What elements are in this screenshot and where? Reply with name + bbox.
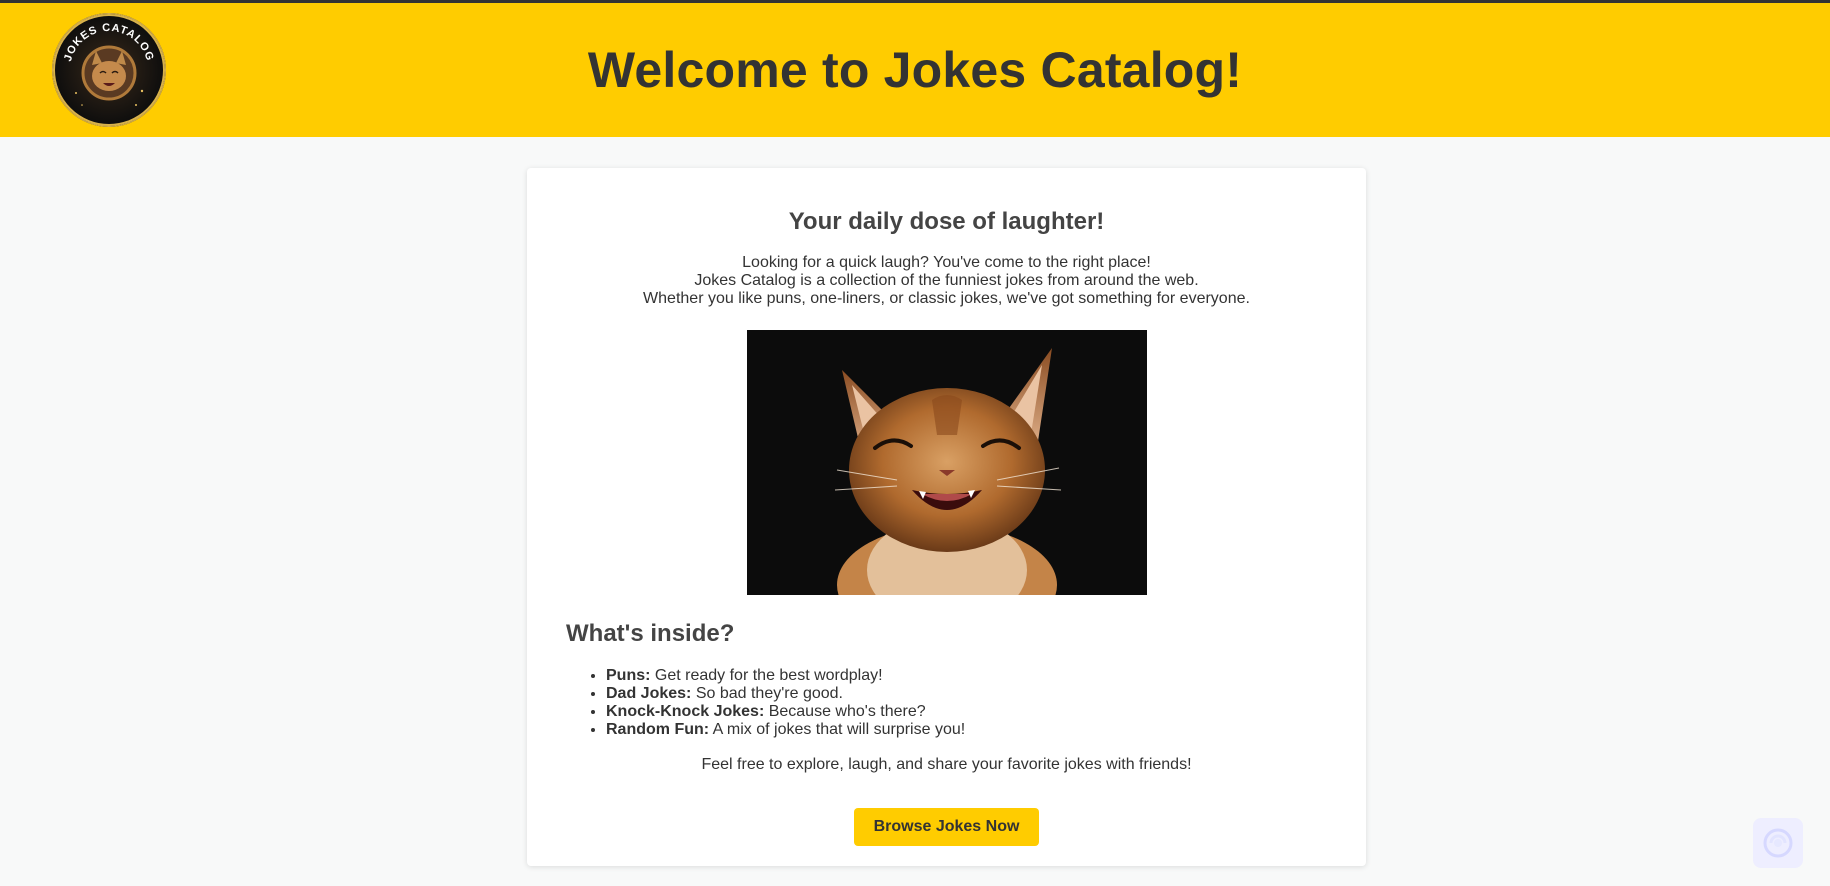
list-item: Dad Jokes: So bad they're good. (606, 685, 965, 703)
whats-inside-heading: What's inside? (566, 620, 735, 647)
intro-text: Looking for a quick laugh? You've come t… (527, 254, 1366, 308)
list-item: Knock-Knock Jokes: Because who's there? (606, 703, 965, 721)
feature-desc: So bad they're good. (691, 685, 843, 702)
content-card: Your daily dose of laughter! Looking for… (527, 168, 1366, 866)
feature-name: Knock-Knock Jokes: (606, 703, 765, 720)
list-item: Puns: Get ready for the best wordplay! (606, 667, 965, 685)
tagline-heading: Your daily dose of laughter! (788, 208, 1105, 235)
closing-text: Feel free to explore, laugh, and share y… (701, 756, 1192, 773)
feature-name: Dad Jokes: (606, 685, 692, 702)
intro-line: Whether you like puns, one-liners, or cl… (643, 290, 1250, 307)
feature-list: Puns: Get ready for the best wordplay! D… (606, 667, 965, 739)
site-header: JOKES CATALOG Welcome to Jokes Catalog! (0, 3, 1830, 137)
hero-image (747, 330, 1147, 595)
intro-line: Looking for a quick laugh? You've come t… (742, 254, 1151, 271)
browse-jokes-button[interactable]: Browse Jokes Now (854, 808, 1039, 846)
feature-desc: Because who's there? (764, 703, 926, 720)
list-item: Random Fun: A mix of jokes that will sur… (606, 721, 965, 739)
intro-line: Jokes Catalog is a collection of the fun… (694, 272, 1199, 289)
feature-name: Puns: (606, 667, 651, 684)
feature-desc: A mix of jokes that will surprise you! (709, 721, 966, 738)
laughing-kitten-icon (747, 330, 1147, 595)
page-title: Welcome to Jokes Catalog! (587, 42, 1243, 98)
assistant-icon (1763, 828, 1793, 858)
floating-assistant-button[interactable] (1753, 818, 1803, 868)
feature-name: Random Fun: (606, 721, 710, 738)
feature-desc: Get ready for the best wordplay! (650, 667, 883, 684)
